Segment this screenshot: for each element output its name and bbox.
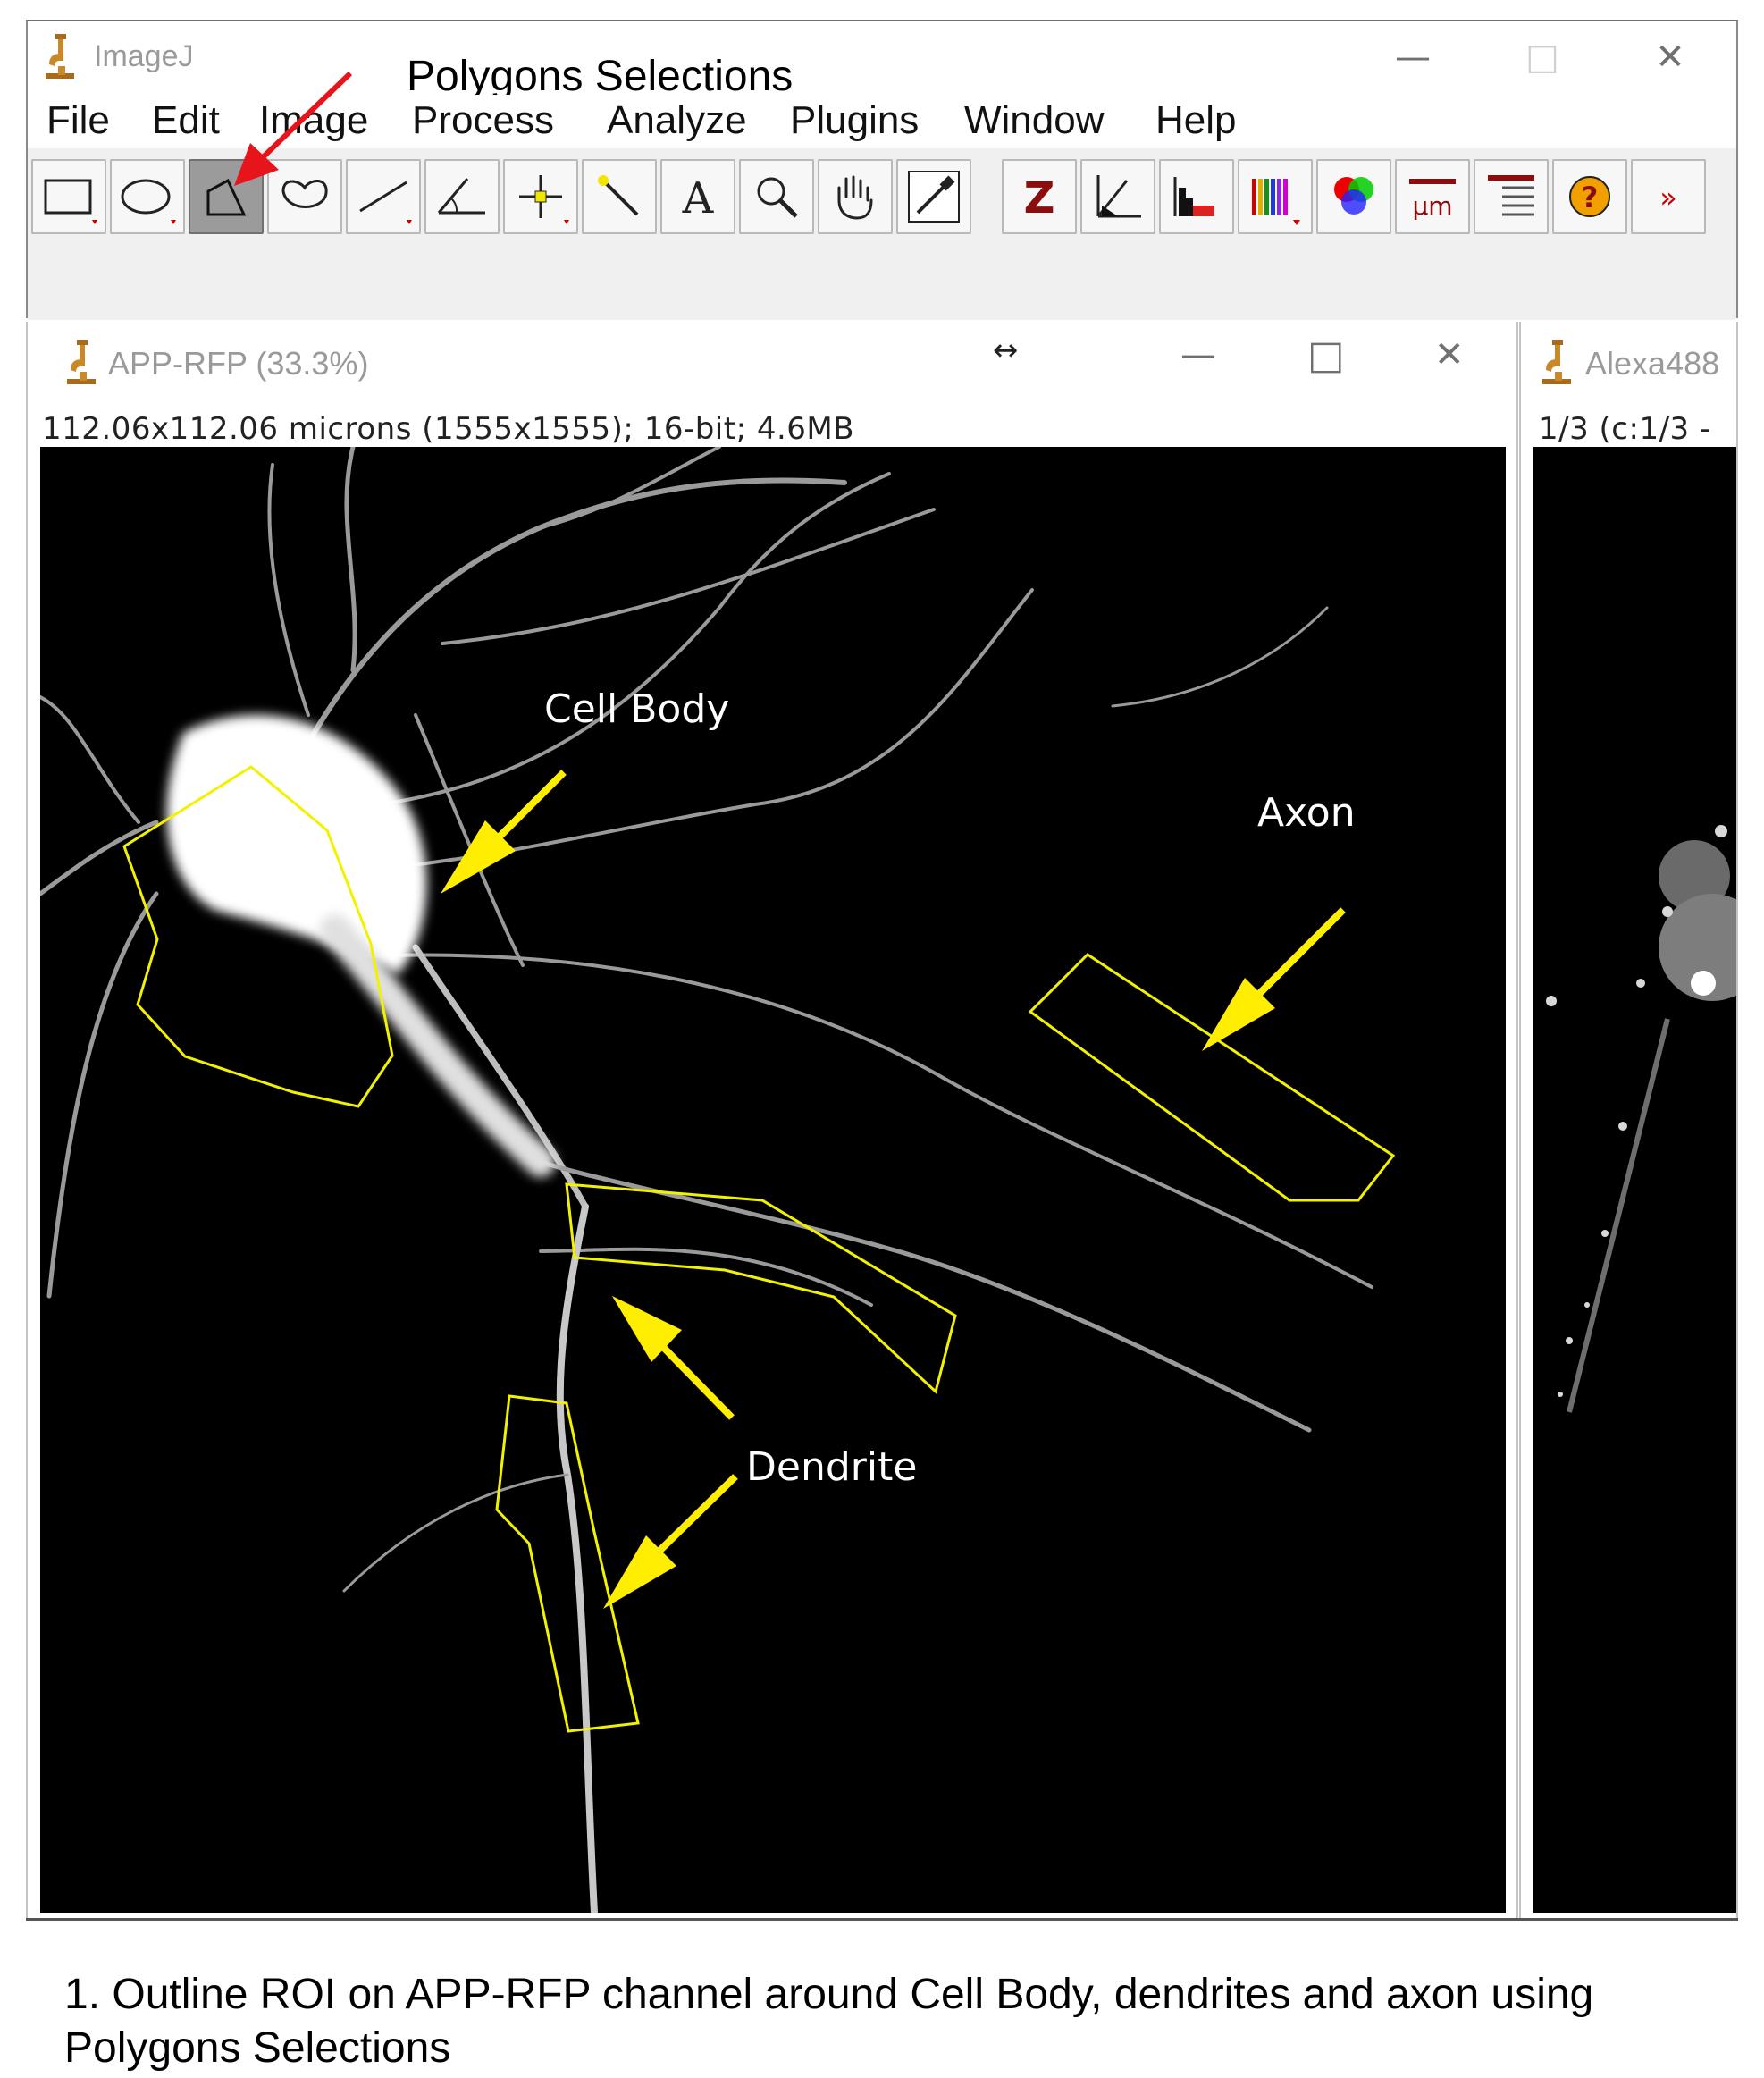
- cell-body: [166, 714, 556, 1177]
- arrow-dendrite-lower-shaft: [652, 1474, 738, 1558]
- arrow-cell-body-shaft: [493, 770, 567, 843]
- alexa-image: [1546, 825, 1736, 1413]
- arrow-axon-shaft: [1253, 907, 1346, 1000]
- image-info-line: 112.06x112.06 microns (1555x1555); 16-bi…: [42, 411, 855, 447]
- figure-caption: 1. Outline ROI on APP-RFP channel around…: [64, 1971, 1594, 2072]
- roi-dendrite-lower: [495, 1394, 640, 1733]
- arrow-dendrite-upper-shaft: [658, 1342, 735, 1420]
- roi-axon: [1028, 953, 1396, 1202]
- close-icon[interactable]: ✕: [1434, 334, 1465, 375]
- minimize-icon[interactable]: —: [1180, 334, 1216, 375]
- resize-cursor-icon: ↔: [993, 332, 1019, 368]
- microscope-icon: [1542, 340, 1571, 384]
- label-axon: Axon: [1257, 790, 1356, 836]
- red-pointer-arrow: [258, 71, 353, 162]
- label-cell-body: Cell Body: [544, 686, 730, 732]
- image-window-alexa488: Alexa488 1/3 (c:1/3 - 63: [1519, 322, 1738, 1918]
- image-window-title: Alexa488: [1585, 345, 1720, 382]
- image-canvas[interactable]: [1533, 447, 1736, 1913]
- image-canvas[interactable]: Cell Body Axon Dendrite: [40, 447, 1506, 1913]
- maximize-icon[interactable]: □: [1307, 332, 1345, 378]
- image-window-app-rfp: APP-RFP (33.3%) ↔ — □ ✕ 112.06x112.06 mi…: [26, 322, 1518, 1918]
- microscope-icon: [67, 340, 96, 384]
- neuron-image: [40, 447, 1396, 1913]
- screenshot-bottom-border: [26, 1918, 1738, 1921]
- label-dendrite: Dendrite: [746, 1444, 918, 1490]
- image-window-title: APP-RFP (33.3%): [108, 345, 369, 382]
- neurites: [40, 447, 1373, 1913]
